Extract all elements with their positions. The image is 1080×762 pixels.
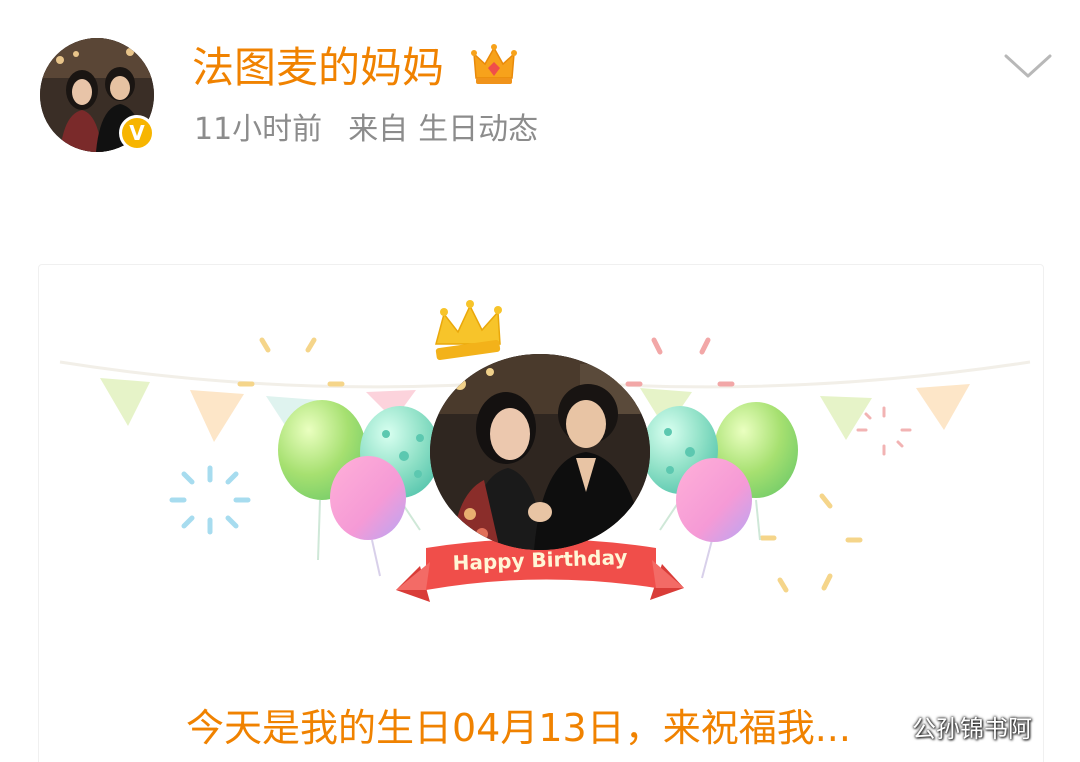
author-name[interactable]: 法图麦的妈妈 (192, 42, 444, 94)
birthday-message[interactable]: 今天是我的生日04月13日，来祝福我... (186, 702, 851, 754)
crown-icon (471, 44, 517, 84)
birthday-photo[interactable] (430, 354, 650, 550)
verified-badge-icon: V (119, 115, 155, 151)
post-meta: 11小时前 来自 生日动态 (194, 110, 564, 150)
watermark: 公孙锦书阿 (912, 715, 1032, 743)
source-name[interactable]: 生日动态 (418, 112, 538, 147)
post-time: 11小时前 (194, 112, 323, 147)
source-prefix: 来自 (348, 112, 409, 147)
weibo-post: V 法图麦的妈妈 11小时前 来自 生日动态 Happy Birthday 今天… (0, 0, 1080, 762)
chevron-down-icon[interactable] (1000, 48, 1056, 84)
